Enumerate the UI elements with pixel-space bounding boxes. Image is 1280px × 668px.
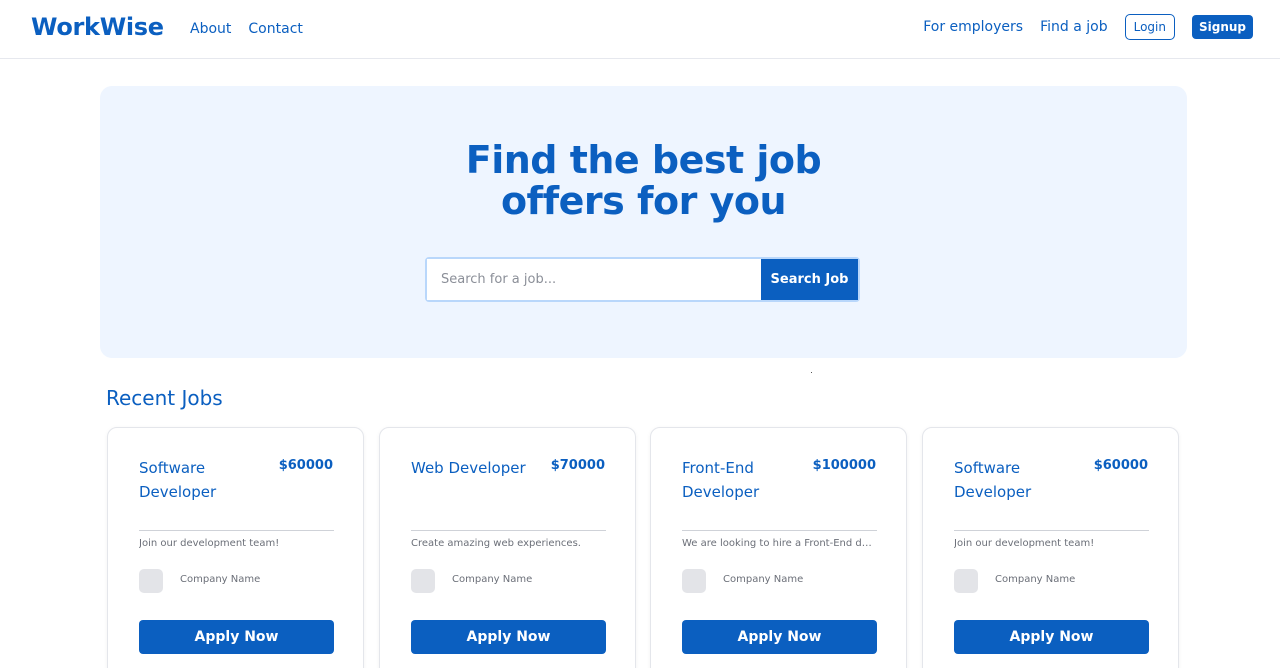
hero-section: Find the best job offers for you Search …: [100, 86, 1187, 358]
company-logo-placeholder: [139, 569, 163, 593]
brand-logo[interactable]: WorkWise: [31, 13, 164, 41]
job-card[interactable]: Software Developer $60000 Join our devel…: [922, 427, 1179, 668]
primary-nav: About Contact: [190, 21, 303, 37]
signup-button[interactable]: Signup: [1191, 15, 1253, 39]
job-search-box: Search Job: [425, 257, 860, 302]
job-card[interactable]: Web Developer $70000 Create amazing web …: [379, 427, 636, 668]
secondary-nav: For employers Find a job Login Signup: [923, 14, 1253, 40]
hero-title-line-2: offers for you: [500, 179, 787, 223]
job-title: Web Developer: [411, 459, 526, 477]
job-description: Join our development team!: [139, 538, 280, 549]
search-job-button[interactable]: Search Job: [761, 259, 858, 300]
company-name: Company Name: [995, 574, 1076, 585]
job-description: Join our development team!: [954, 538, 1095, 549]
site-header: WorkWise About Contact For employers Fin…: [0, 0, 1280, 59]
company-logo-placeholder: [954, 569, 978, 593]
card-divider: [954, 530, 1149, 531]
apply-now-button[interactable]: Apply Now: [682, 620, 877, 654]
job-card[interactable]: Front-End Developer $100000 We are looki…: [650, 427, 907, 668]
nav-link-about[interactable]: About: [190, 21, 231, 37]
company-logo-placeholder: [411, 569, 435, 593]
job-title: Front-End Developer: [682, 459, 760, 501]
recent-jobs-title: Recent Jobs: [106, 386, 223, 410]
nav-link-contact[interactable]: Contact: [248, 21, 302, 37]
apply-now-button[interactable]: Apply Now: [139, 620, 334, 654]
company-name: Company Name: [452, 574, 533, 585]
company-name: Company Name: [180, 574, 261, 585]
apply-now-button[interactable]: Apply Now: [954, 620, 1149, 654]
job-description: Create amazing web experiences.: [411, 538, 581, 549]
job-description: We are looking to hire a Front-End devel…: [682, 538, 877, 549]
job-salary: $70000: [550, 458, 605, 473]
job-title: Software Developer: [954, 459, 1032, 501]
stray-dot: [811, 372, 812, 373]
job-salary: $100000: [812, 458, 876, 473]
hero-title-line-1: Find the best job: [465, 138, 822, 182]
hero-title: Find the best job offers for you: [100, 140, 1187, 222]
job-salary: $60000: [278, 458, 333, 473]
job-title: Software Developer: [139, 459, 217, 501]
nav-link-for-employers[interactable]: For employers: [923, 19, 1023, 35]
card-divider: [411, 530, 606, 531]
job-card[interactable]: Software Developer $60000 Join our devel…: [107, 427, 364, 668]
company-name: Company Name: [723, 574, 804, 585]
card-divider: [139, 530, 334, 531]
company-logo-placeholder: [682, 569, 706, 593]
card-divider: [682, 530, 877, 531]
apply-now-button[interactable]: Apply Now: [411, 620, 606, 654]
job-search-input[interactable]: [427, 259, 761, 300]
job-salary: $60000: [1093, 458, 1148, 473]
nav-link-find-a-job[interactable]: Find a job: [1040, 19, 1108, 35]
login-button[interactable]: Login: [1124, 14, 1175, 40]
